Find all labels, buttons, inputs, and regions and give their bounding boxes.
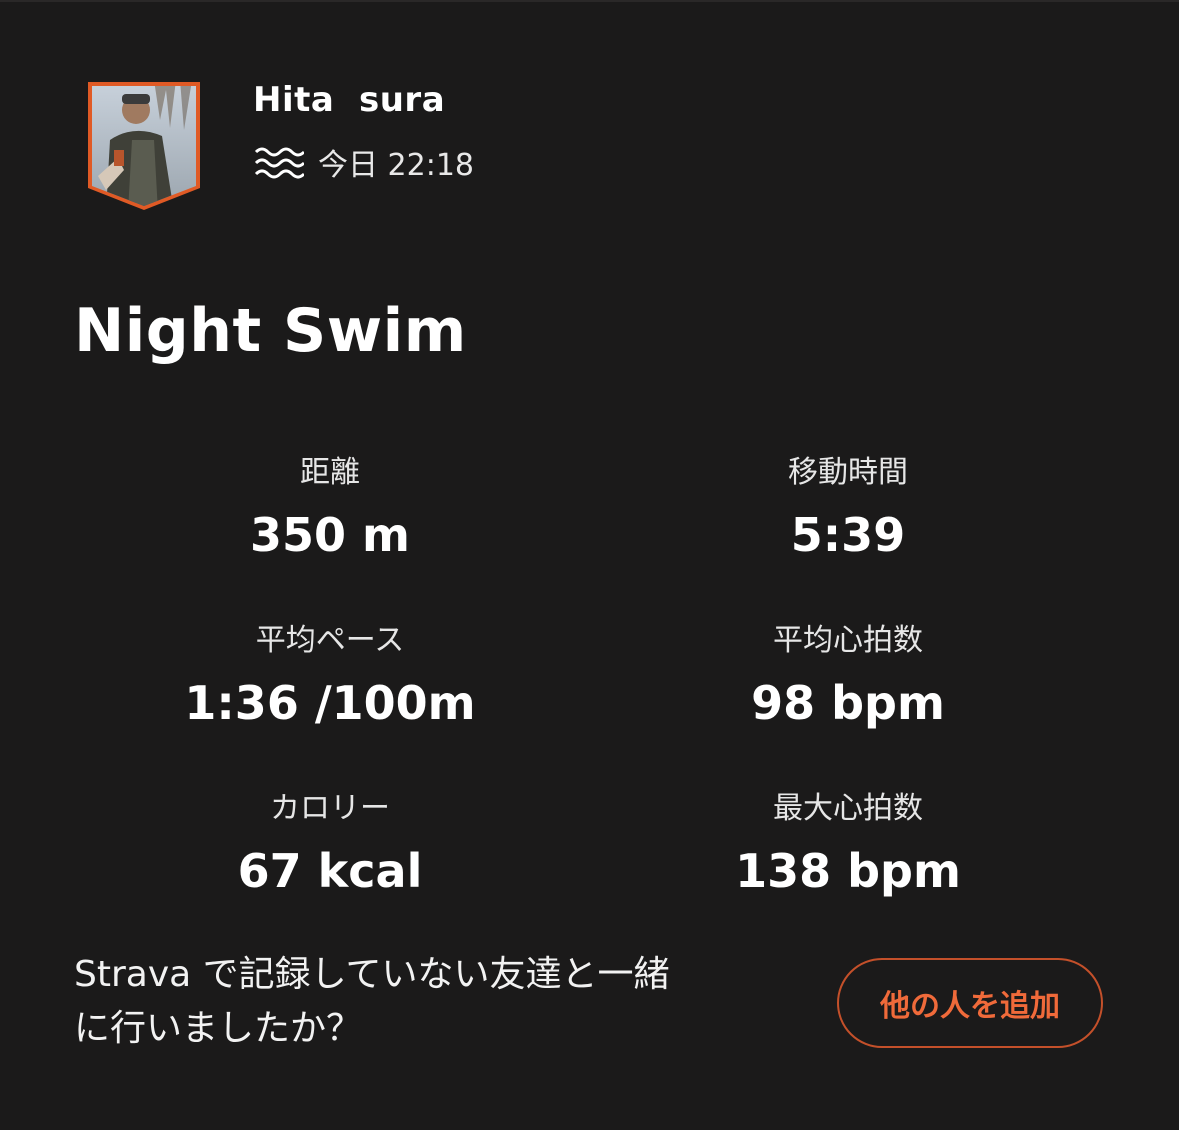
add-others-prompt: Strava で記録していない友達と一緒 に行いましたか？ [74,948,814,1056]
add-others-button[interactable]: 他の人を追加 [837,958,1103,1048]
stat-value: 5:39 [790,508,906,562]
stat-avg-heart-rate: 平均心拍数 98 bpm [638,620,1058,730]
swim-icon [254,147,304,179]
stat-label: 平均心拍数 [773,623,923,658]
activity-card: Hita sura 今日 22:18 Night Swim 距離 350 m 移… [0,0,1179,1130]
stat-value: 1:36 /100m [184,676,476,730]
stat-label: 移動時間 [788,455,908,490]
avatar-shield-icon [88,82,200,210]
activity-timestamp: 今日 22:18 [318,148,474,183]
stat-calories: カロリー 67 kcal [120,788,540,898]
activity-meta: 今日 22:18 [252,140,474,184]
stat-max-heart-rate: 最大心拍数 138 bpm [638,788,1058,898]
stat-value: 138 bpm [735,844,961,898]
athlete-name[interactable]: Hita sura [253,80,445,120]
prompt-line-2: に行いましたか？ [74,1008,363,1049]
stat-avg-pace: 平均ペース 1:36 /100m [120,620,540,730]
athlete-avatar[interactable] [84,80,204,212]
activity-title[interactable]: Night Swim [74,296,467,366]
stat-value: 98 bpm [751,676,945,730]
stat-label: 平均ペース [255,623,405,658]
stat-moving-time: 移動時間 5:39 [638,452,1058,562]
stat-label: カロリー [270,791,390,826]
stat-label: 距離 [300,455,360,490]
stat-value: 67 kcal [237,844,423,898]
stat-value: 350 m [250,508,410,562]
stat-distance: 距離 350 m [120,452,540,562]
stat-label: 最大心拍数 [773,791,923,826]
prompt-line-1: Strava で記録していない友達と一緒 [74,954,670,995]
